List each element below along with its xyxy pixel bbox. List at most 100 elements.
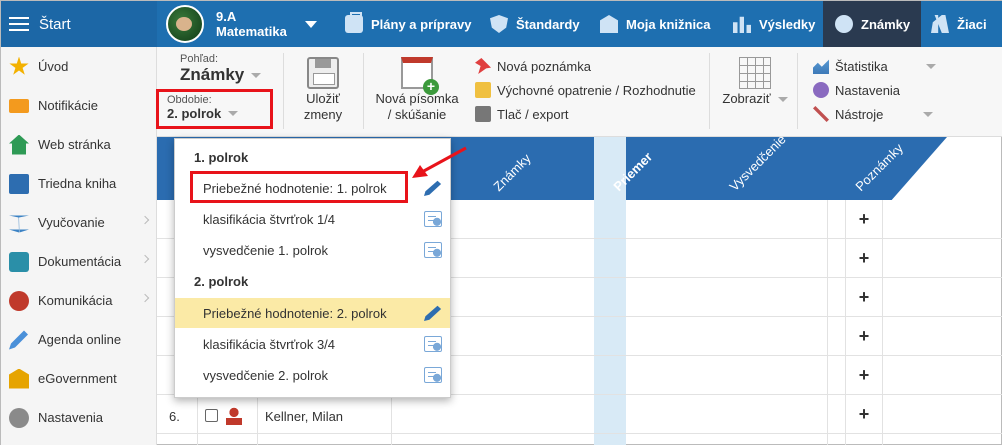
view-selector[interactable]: Pohľad: Známky	[180, 53, 262, 85]
nav-plans[interactable]: Plány a prípravy	[345, 1, 471, 47]
chevron-down-icon	[304, 20, 317, 28]
sidebar-item-communication[interactable]: Komunikácia	[1, 281, 156, 320]
printer-icon	[475, 106, 491, 122]
add-note-button[interactable]: +	[845, 395, 883, 434]
nav-library[interactable]: Moja knižnica	[600, 1, 711, 47]
chat-icon	[9, 290, 29, 311]
nav-results[interactable]: Výsledky	[733, 1, 815, 47]
new-test-label-1: Nová písomka	[375, 91, 459, 106]
nav-students[interactable]: Žiaci	[931, 1, 987, 47]
envelope-icon	[9, 98, 29, 113]
chevron-right-icon	[140, 254, 150, 264]
sidebar-item-label: Dokumentácia	[38, 254, 122, 269]
save-button[interactable]: Uložiť zmeny	[293, 53, 353, 123]
save-label-1: Uložiť	[306, 91, 340, 106]
print-export-link[interactable]: Tlač / export	[475, 106, 569, 122]
nav-standards-label: Štandardy	[516, 16, 580, 32]
group-heading: 1. polrok	[194, 150, 249, 165]
students-icon	[931, 15, 949, 33]
period-value: 2. polrok	[167, 106, 222, 121]
start-menu-button[interactable]: Štart	[1, 1, 157, 47]
sidebar-item-settings[interactable]: Nastavenia	[1, 398, 156, 437]
dropdown-item-interim-2[interactable]: Priebežné hodnotenie: 2. polrok	[175, 298, 450, 328]
nav-standards[interactable]: Štandardy	[490, 1, 580, 47]
sidebar-item-website[interactable]: Web stránka	[1, 125, 156, 164]
sidebar-item-label: Úvod	[38, 59, 69, 74]
tools-label: Nástroje	[835, 106, 884, 122]
sidebar-item-teaching[interactable]: Vyučovanie	[1, 203, 156, 242]
class-avatar	[166, 5, 204, 43]
save-label-2: zmeny	[303, 107, 343, 122]
add-note-button[interactable]: +	[845, 317, 883, 356]
briefcase-icon	[345, 12, 363, 33]
ribbon-toolbar: Pohľad: Známky Obdobie: 2. polrok Uložiť…	[156, 47, 1002, 137]
sidebar-item-label: Nastavenia	[38, 410, 104, 425]
sidebar: Úvod Notifikácie Web stránka Triedna kni…	[1, 47, 157, 445]
sidebar-item-label: Vyučovanie	[38, 215, 105, 230]
add-note-button[interactable]: +	[845, 239, 883, 278]
period-selector[interactable]: Obdobie: 2. polrok	[156, 89, 273, 129]
library-icon	[600, 15, 618, 33]
sidebar-item-documentation[interactable]: Dokumentácia	[1, 242, 156, 281]
show-button[interactable]: Zobraziť	[719, 53, 791, 107]
cogs-icon	[813, 82, 829, 98]
nav-library-label: Moja knižnica	[626, 16, 711, 32]
row-number: 6.	[169, 409, 180, 424]
grade-icon	[835, 15, 853, 33]
divider	[797, 53, 798, 129]
dropdown-item-certificate-1[interactable]: vysvedčenie 1. polrok	[175, 235, 450, 265]
nav-grades[interactable]: Známky	[823, 1, 921, 47]
tools-menu[interactable]: Nástroje	[813, 106, 934, 122]
sidebar-item-class-book[interactable]: Triedna kniha	[1, 164, 156, 203]
add-note-button[interactable]: +	[845, 278, 883, 317]
divider	[283, 53, 284, 129]
chevron-down-icon	[251, 72, 262, 78]
certificate-icon	[424, 242, 442, 258]
new-test-label-2: / skúšanie	[387, 107, 447, 122]
book-icon	[9, 173, 29, 194]
open-book-icon	[9, 215, 29, 233]
sidebar-item-uvod[interactable]: Úvod	[1, 47, 156, 86]
star-icon	[9, 56, 29, 75]
class-name: 9.A	[216, 9, 237, 24]
sidebar-item-agenda[interactable]: Agenda online	[1, 320, 156, 359]
subject-name: Matematika	[216, 24, 287, 39]
new-note-link[interactable]: Nová poznámka	[475, 58, 591, 74]
new-test-button[interactable]: Nová písomka / skúšanie	[371, 53, 463, 123]
dropdown-item-quarter-3[interactable]: klasifikácia štvrťrok 3/4	[175, 329, 450, 359]
dropdown-item-certificate-2[interactable]: vysvedčenie 2. polrok	[175, 360, 450, 390]
divider	[363, 53, 364, 129]
view-label: Pohľad:	[180, 53, 219, 65]
shield-icon	[490, 15, 508, 33]
dropdown-item-quarter-1[interactable]: klasifikácia štvrťrok 1/4	[175, 204, 450, 234]
chevron-down-icon	[923, 111, 934, 117]
sidebar-item-label: Web stránka	[38, 137, 111, 152]
certificate-icon	[424, 367, 442, 383]
government-icon	[9, 368, 29, 389]
chevron-right-icon	[140, 293, 150, 303]
dropdown-item-label: Priebežné hodnotenie: 2. polrok	[203, 305, 387, 321]
measure-link[interactable]: Výchovné opatrenie / Rozhodnutie	[475, 82, 696, 98]
grid-settings-icon	[739, 57, 771, 89]
sidebar-item-notifications[interactable]: Notifikácie	[1, 86, 156, 125]
group-heading: 2. polrok	[194, 274, 249, 289]
row-checkbox[interactable]	[205, 409, 218, 422]
sidebar-item-egovernment[interactable]: eGovernment	[1, 359, 156, 398]
chevron-down-icon	[925, 63, 936, 69]
chevron-down-icon	[777, 96, 788, 102]
stats-menu[interactable]: Štatistika	[813, 58, 936, 74]
sidebar-item-label: eGovernment	[38, 371, 117, 386]
add-note-button[interactable]: +	[845, 356, 883, 395]
sidebar-item-label: Komunikácia	[38, 293, 113, 308]
hamburger-icon	[9, 17, 29, 31]
nav-results-label: Výsledky	[759, 16, 816, 32]
pencil-icon	[424, 180, 442, 196]
divider	[827, 200, 828, 445]
settings-link[interactable]: Nastavenia	[813, 82, 900, 98]
student-name[interactable]: Kellner, Milan	[265, 409, 343, 424]
class-selector[interactable]: 9.A Matematika	[166, 5, 317, 43]
show-label: Zobraziť	[722, 91, 771, 106]
start-label: Štart	[39, 15, 71, 33]
add-note-button[interactable]: +	[845, 200, 883, 239]
gear-icon	[9, 407, 29, 428]
